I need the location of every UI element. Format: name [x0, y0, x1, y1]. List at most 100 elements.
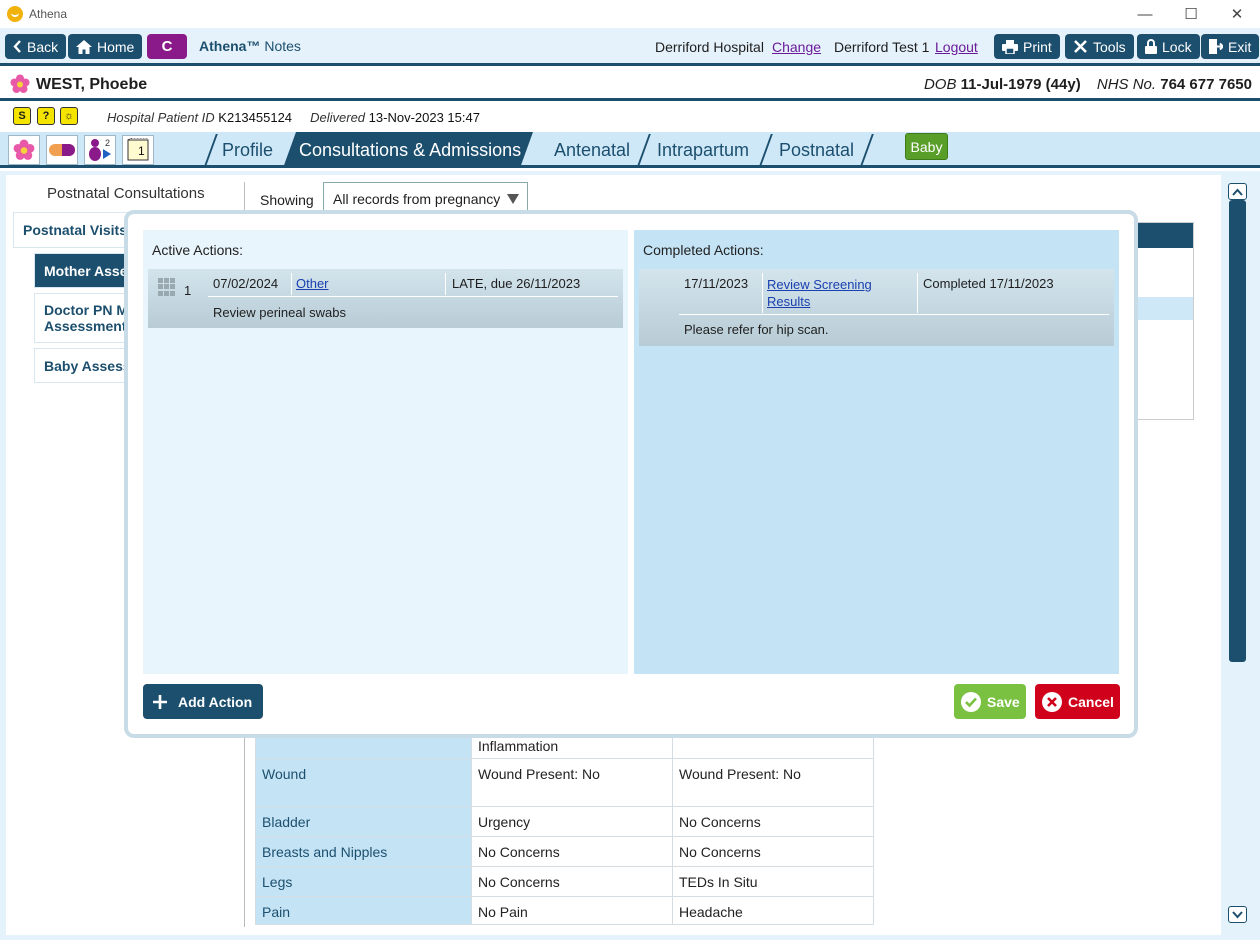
main-toolbar: Back Home C Athena™ Notes Derriford Hosp… — [0, 28, 1260, 66]
completed-type-link[interactable]: Review Screening Results — [767, 276, 872, 310]
sun-badge-icon[interactable]: ☼ — [60, 107, 78, 125]
nav-postnatal-visits[interactable]: Postnatal Visits — [13, 212, 139, 248]
row-value: No Concerns — [471, 866, 673, 897]
patient-name: WEST, Phoebe — [36, 76, 148, 93]
maximize-button[interactable]: ☐ — [1168, 0, 1214, 28]
delivered-label: Delivered — [310, 110, 366, 125]
card-number: 1 — [138, 144, 145, 158]
row-label: Breasts and Nipples — [255, 836, 472, 867]
window-title: Athena — [29, 7, 68, 21]
add-action-label: Add Action — [178, 693, 253, 710]
baby-button[interactable]: Baby — [905, 133, 948, 160]
scroll-down-button[interactable] — [1228, 906, 1247, 923]
table-row: Bladder Urgency No Concerns — [255, 806, 874, 837]
home-icon — [76, 39, 92, 54]
pregnancy-notes-button[interactable]: 2 — [84, 135, 116, 165]
tab-intrapartum[interactable]: Intrapartum — [657, 132, 749, 168]
home-button[interactable]: Home — [68, 34, 143, 59]
card-button[interactable]: 1 — [122, 135, 154, 165]
action-number: 1 — [184, 283, 192, 298]
tab-postnatal[interactable]: Postnatal — [779, 132, 854, 168]
row-label: Wound — [255, 758, 472, 807]
minimize-button[interactable]: — — [1122, 0, 1168, 28]
chevron-left-icon — [13, 40, 21, 53]
tab-profile[interactable]: Profile — [222, 132, 273, 168]
printer-icon — [1002, 39, 1018, 54]
actions-dialog: Active Actions: 1 07/02/2024 Other LATE,… — [124, 210, 1138, 738]
app-brand: Athena™ Notes — [199, 38, 301, 54]
flower-icon — [13, 139, 35, 160]
table-row: Legs No Concerns TEDs In Situ — [255, 866, 874, 897]
row-value: Urgency — [471, 806, 673, 837]
completed-actions-title: Completed Actions: — [643, 242, 764, 258]
s-badge-icon[interactable]: S — [13, 107, 31, 125]
plus-icon — [153, 694, 167, 709]
c-button[interactable]: C — [147, 34, 187, 59]
table-row: Wound Wound Present: No Wound Present: N… — [255, 758, 874, 807]
user-name: Derriford Test 1 — [834, 39, 930, 55]
back-button[interactable]: Back — [5, 34, 67, 59]
chevron-down-icon — [1232, 910, 1243, 918]
medication-button[interactable] — [46, 135, 78, 165]
change-hospital-link[interactable]: Change — [772, 39, 821, 55]
tab-antenatal[interactable]: Antenatal — [554, 132, 630, 168]
action-status: LATE, due 26/11/2023 — [452, 276, 581, 291]
tab-consultations-admissions[interactable]: Consultations & Admissions — [283, 132, 533, 168]
completed-status: Completed 17/11/2023 — [923, 276, 1054, 291]
close-button[interactable]: ✕ — [1214, 0, 1260, 28]
exit-button[interactable]: Exit — [1201, 34, 1260, 59]
left-panel-title: Postnatal Consultations — [47, 185, 205, 202]
home-label: Home — [97, 38, 135, 55]
showing-label: Showing — [260, 192, 314, 208]
patient-info-text: Hospital Patient ID K213455124 Delivered… — [107, 110, 480, 125]
completed-type-line1: Review Screening — [767, 277, 872, 292]
hospital-id-label: Hospital Patient ID — [107, 110, 215, 125]
action-type-link[interactable]: Other — [296, 276, 329, 291]
check-circle-icon — [961, 691, 981, 712]
save-label: Save — [987, 693, 1020, 710]
tools-button[interactable]: Tools — [1065, 34, 1134, 59]
flower-icon — [10, 74, 30, 93]
lock-label: Lock — [1162, 38, 1192, 55]
question-badge-icon[interactable]: ? — [37, 107, 55, 125]
save-button[interactable]: Save — [954, 684, 1026, 719]
nav-doctor-line1: Doctor PN M — [44, 302, 128, 318]
nhs-number: 764 677 7650 — [1160, 76, 1252, 93]
row-value: No Pain — [471, 896, 673, 925]
add-action-button[interactable]: Add Action — [143, 684, 263, 719]
logout-link[interactable]: Logout — [935, 39, 978, 55]
completed-actions-pane: Completed Actions: 17/11/2023 Review Scr… — [634, 230, 1119, 674]
cancel-button[interactable]: Cancel — [1035, 684, 1120, 719]
completed-action-card[interactable]: 17/11/2023 Review Screening Results Comp… — [639, 269, 1114, 346]
nav-tabs-row: 2 1 Profile Consultations & Admissions A… — [0, 132, 1260, 168]
drag-handle-icon[interactable] — [158, 278, 176, 296]
athena-logo-icon — [7, 6, 23, 22]
chevron-up-icon — [1232, 188, 1243, 196]
action-note: Review perineal swabs — [213, 305, 346, 320]
patient-info-row: S ? ☼ Hospital Patient ID K213455124 Del… — [0, 104, 1260, 132]
hospital-id-value: K213455124 — [218, 110, 293, 125]
nav-doctor-line2: Assessments — [44, 318, 135, 334]
row-value: No Concerns — [471, 836, 673, 867]
scrollbar-thumb[interactable] — [1229, 200, 1246, 662]
completed-type-line2: Results — [767, 294, 811, 309]
mother-flower-button[interactable] — [8, 135, 40, 165]
row-value: No Concerns — [672, 836, 874, 867]
action-date: 07/02/2024 — [213, 276, 279, 291]
dropdown-arrow-icon — [507, 194, 519, 204]
brand-main: Athena™ — [199, 38, 261, 54]
lock-button[interactable]: Lock — [1137, 34, 1200, 59]
scroll-up-button[interactable] — [1228, 183, 1247, 200]
lock-icon — [1145, 39, 1157, 54]
exit-label: Exit — [1228, 38, 1252, 55]
table-row: Breasts and Nipples No Concerns No Conce… — [255, 836, 874, 867]
active-action-card[interactable]: 1 07/02/2024 Other LATE, due 26/11/2023 … — [148, 269, 623, 328]
active-actions-pane: Active Actions: 1 07/02/2024 Other LATE,… — [143, 230, 628, 674]
table-row: Pain No Pain Headache — [255, 896, 874, 925]
completed-date: 17/11/2023 — [684, 276, 749, 291]
row-label: Legs — [255, 866, 472, 897]
print-label: Print — [1023, 38, 1052, 55]
nhs-label: NHS No. — [1096, 76, 1157, 93]
print-button[interactable]: Print — [994, 34, 1060, 59]
row-value: Wound Present: No — [672, 758, 874, 807]
